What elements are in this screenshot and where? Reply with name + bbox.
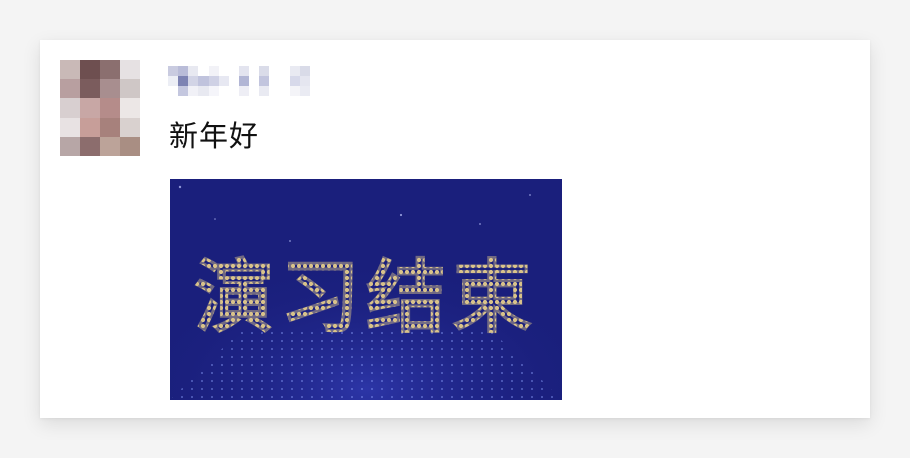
message-image[interactable]: 演习结束: [170, 179, 562, 400]
avatar[interactable]: [60, 60, 140, 156]
username-blurred: [168, 66, 310, 96]
chat-message-card: 新年好 演习结束: [40, 40, 870, 418]
message-text: 新年好: [169, 119, 260, 153]
image-headline: 演习结束: [194, 251, 538, 344]
